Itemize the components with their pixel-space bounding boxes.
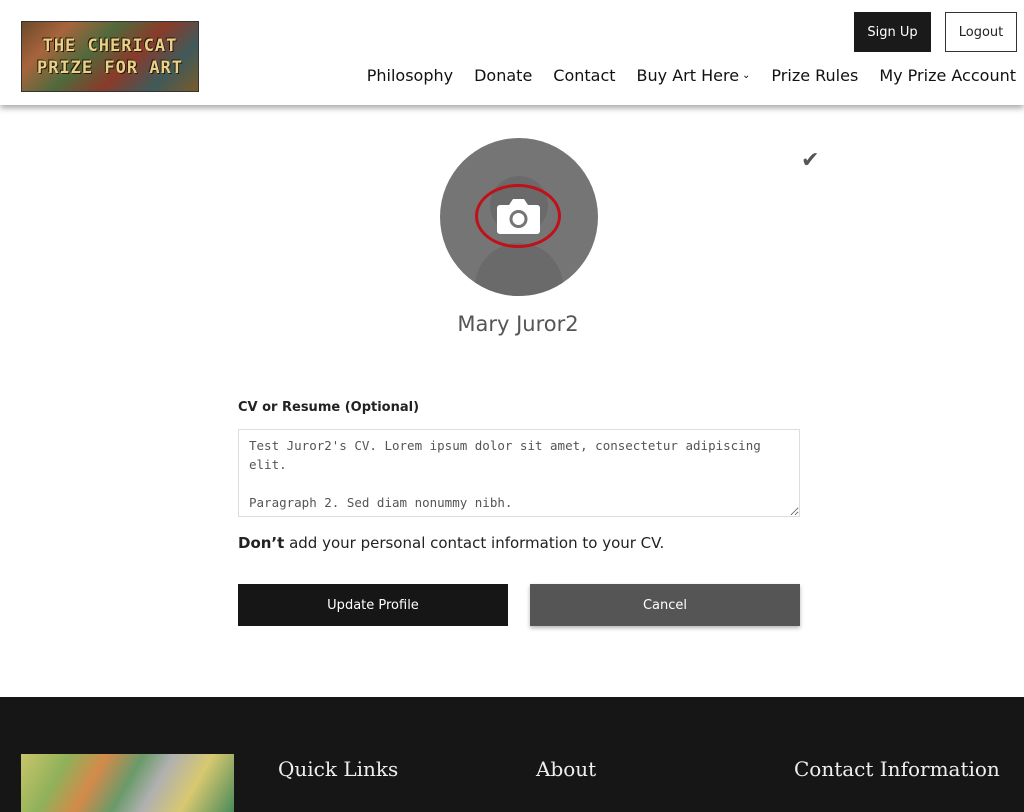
logo-text: THE CHERICAT PRIZE FOR ART: [22, 22, 198, 91]
cv-note: Don’t add your personal contact informat…: [238, 534, 664, 552]
nav-item-buy-art-label: Buy Art Here: [636, 66, 740, 85]
logout-button[interactable]: Logout: [945, 12, 1017, 52]
update-profile-button[interactable]: Update Profile: [238, 584, 508, 626]
cv-note-bold: Don’t: [238, 534, 285, 552]
footer-about-heading: About: [536, 757, 597, 781]
logo-text-line-2: PRIZE FOR ART: [36, 57, 184, 78]
nav-item-contact[interactable]: Contact: [553, 66, 615, 85]
sign-up-button[interactable]: Sign Up: [854, 12, 931, 52]
chevron-down-icon: ⌄: [742, 70, 751, 81]
cancel-button[interactable]: Cancel: [530, 584, 800, 626]
footer-artwork-image: [21, 754, 234, 812]
footer-contact-heading: Contact Information: [794, 757, 1000, 781]
logo-text-line-1: THE CHERICAT: [42, 35, 178, 56]
cv-label: CV or Resume (Optional): [238, 400, 420, 415]
nav-item-philosophy[interactable]: Philosophy: [367, 66, 453, 85]
main-nav: Philosophy Donate Contact Buy Art Here ⌄…: [367, 66, 1016, 85]
cv-note-text: add your personal contact information to…: [284, 534, 665, 552]
site-header: THE CHERICAT PRIZE FOR ART Sign Up Logou…: [0, 0, 1024, 105]
cv-textarea[interactable]: Test Juror2's CV. Lorem ipsum dolor sit …: [238, 429, 800, 517]
nav-item-my-prize-account[interactable]: My Prize Account: [879, 66, 1016, 85]
nav-item-buy-art[interactable]: Buy Art Here ⌄: [637, 66, 751, 85]
site-logo[interactable]: THE CHERICAT PRIZE FOR ART: [21, 21, 199, 92]
nav-item-prize-rules[interactable]: Prize Rules: [771, 66, 858, 85]
profile-name: Mary Juror2: [457, 312, 579, 336]
check-icon[interactable]: ✔: [801, 148, 819, 173]
site-footer: Quick Links About Contact Information: [0, 697, 1024, 812]
avatar-placeholder-body: [475, 243, 563, 296]
nav-item-donate[interactable]: Donate: [474, 66, 532, 85]
footer-quick-links-heading: Quick Links: [278, 757, 399, 781]
camera-icon[interactable]: [496, 196, 541, 236]
